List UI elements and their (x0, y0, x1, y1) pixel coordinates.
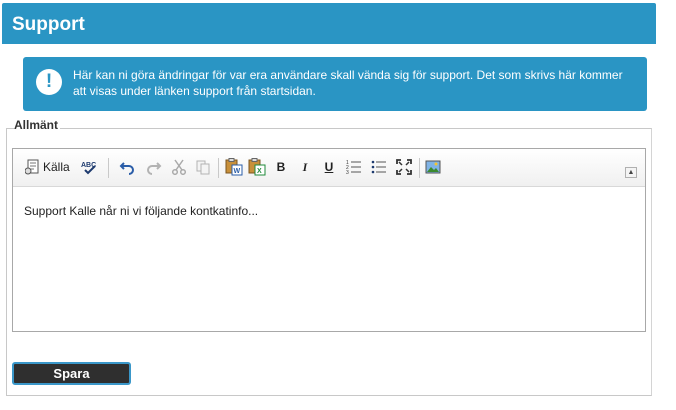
exclamation-icon: ! (36, 69, 62, 95)
redo-button[interactable] (146, 158, 162, 176)
maximize-button[interactable] (396, 158, 412, 176)
info-text: Här kan ni göra ändringar för var era an… (73, 68, 623, 98)
image-icon (425, 159, 441, 175)
svg-text:X: X (257, 168, 262, 175)
source-button[interactable]: Källa (25, 158, 75, 176)
undo-icon (119, 159, 135, 175)
cut-button[interactable] (171, 158, 187, 176)
redo-icon (146, 159, 162, 175)
bold-button[interactable]: B (274, 158, 288, 176)
scissors-icon (171, 159, 187, 175)
source-label: Källa (43, 160, 70, 174)
paste-excel-icon: X (248, 158, 266, 176)
paste-from-word-button[interactable]: W (225, 158, 243, 176)
toolbar-collapse-button[interactable]: ▲ (625, 167, 637, 178)
info-message: ! Här kan ni göra ändringar för var era … (23, 57, 647, 111)
triangle-up-icon: ▲ (627, 169, 635, 176)
maximize-icon (396, 159, 412, 175)
page-title: Support (2, 3, 656, 44)
section-legend: Allmänt (14, 118, 61, 132)
undo-button[interactable] (119, 158, 135, 176)
bulleted-list-icon (371, 159, 387, 175)
rich-text-editor: Källa ABC W X B I U 1 2 3 ▲ Support Kall… (12, 148, 646, 332)
numbered-list-button[interactable]: 1 2 3 (346, 158, 362, 176)
editor-content[interactable]: Support Kalle når ni vi följande kontkat… (24, 204, 258, 218)
italic-button[interactable]: I (298, 158, 312, 176)
editor-toolbar: Källa ABC W X B I U 1 2 3 ▲ (13, 149, 645, 187)
insert-image-button[interactable] (425, 158, 441, 176)
toolbar-separator (108, 158, 109, 178)
save-button[interactable]: Spara (12, 362, 131, 385)
spellcheck-button[interactable]: ABC (81, 158, 99, 176)
toolbar-separator (419, 158, 420, 178)
spellcheck-icon: ABC (81, 159, 99, 175)
underline-button[interactable]: U (322, 158, 336, 176)
numbered-list-icon: 1 2 3 (346, 159, 362, 175)
copy-button[interactable] (195, 158, 211, 176)
paste-word-icon: W (225, 158, 243, 176)
svg-text:3: 3 (346, 170, 349, 175)
paste-from-excel-button[interactable]: X (248, 158, 266, 176)
toolbar-separator (218, 158, 219, 178)
copy-icon (195, 159, 211, 175)
source-icon (25, 159, 41, 175)
svg-text:W: W (234, 168, 241, 175)
bulleted-list-button[interactable] (371, 158, 387, 176)
